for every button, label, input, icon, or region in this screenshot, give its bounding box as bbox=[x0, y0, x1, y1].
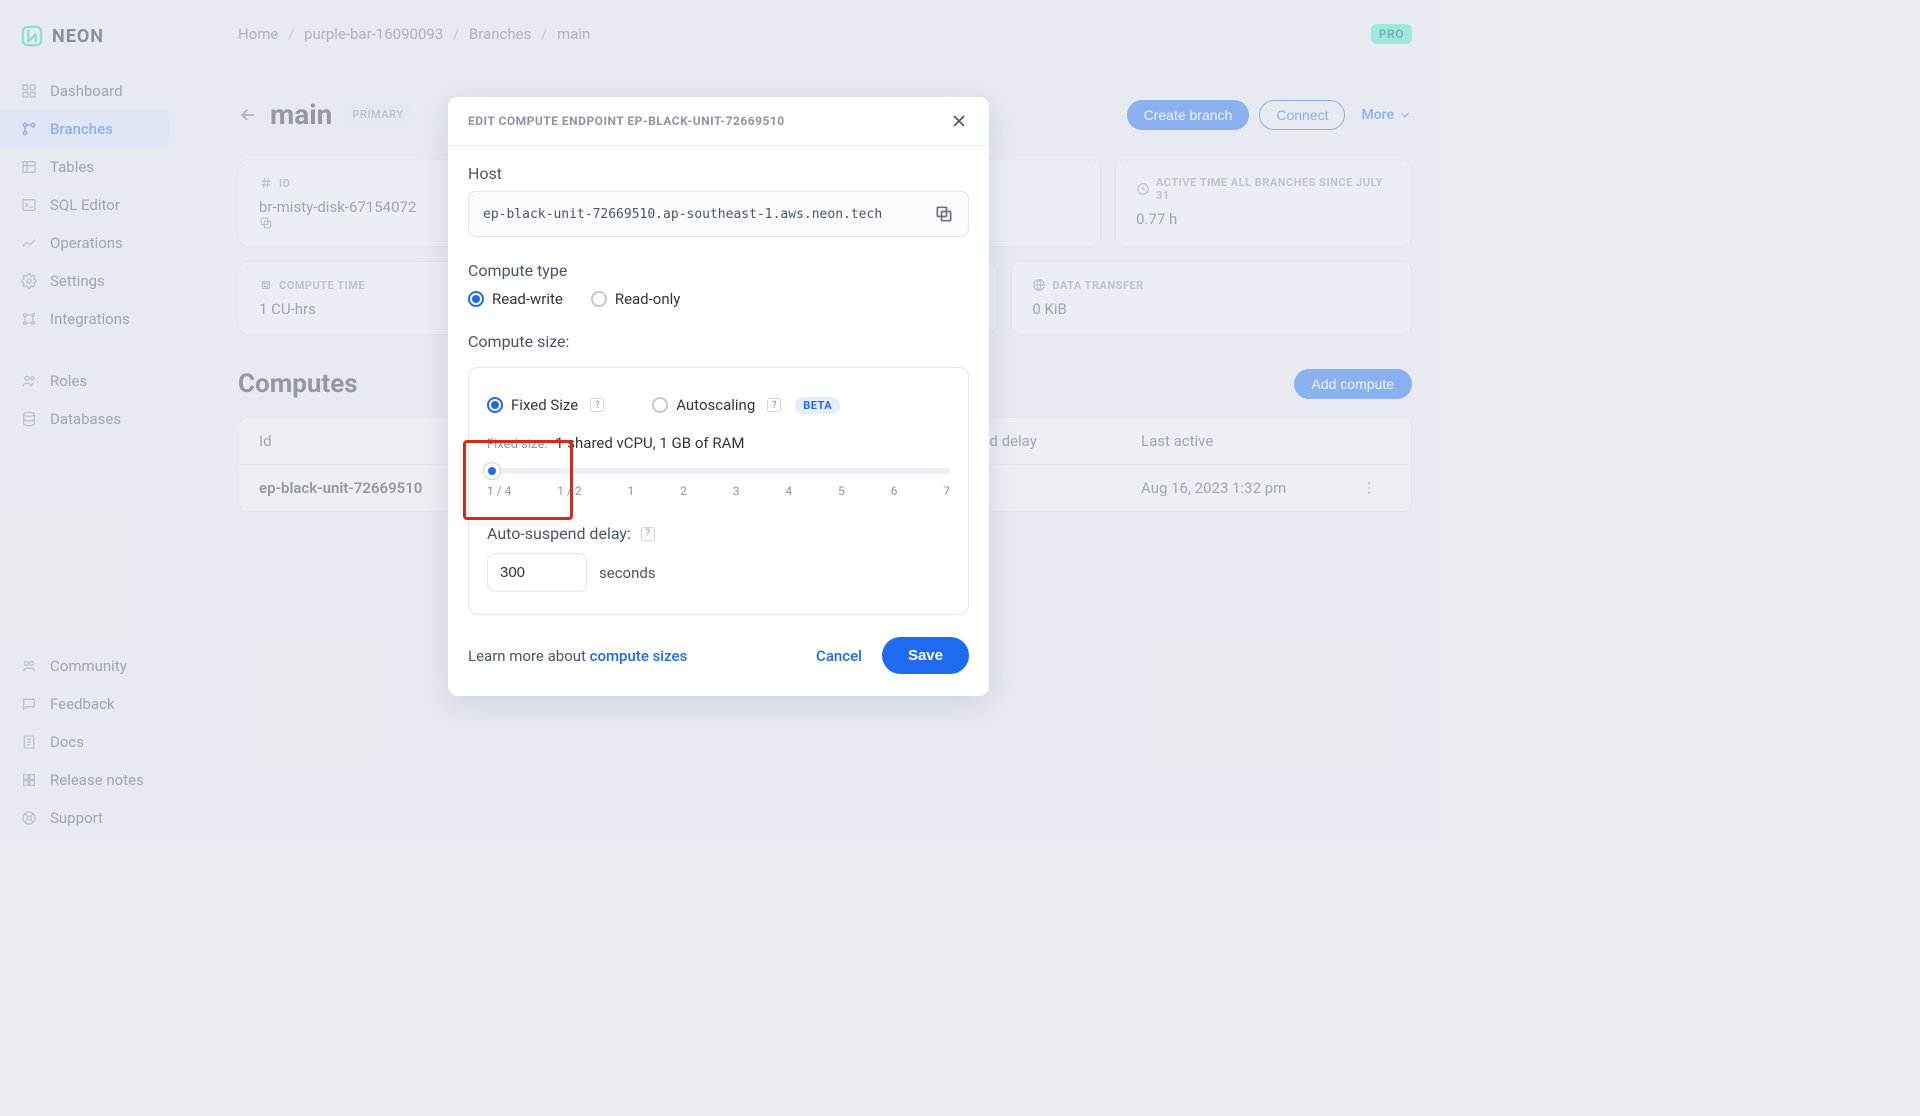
modal-header: EDIT COMPUTE ENDPOINT EP-BLACK-UNIT-7266… bbox=[448, 97, 989, 146]
radio-autoscaling[interactable]: Autoscaling ? BETA bbox=[652, 396, 840, 414]
compute-type-group: Read-write Read-only bbox=[468, 290, 969, 308]
auto-suspend-field: Auto-suspend delay: ? seconds bbox=[487, 524, 950, 592]
help-icon[interactable]: ? bbox=[641, 527, 655, 541]
tick-label: 1 bbox=[628, 484, 635, 498]
copy-icon[interactable] bbox=[934, 204, 954, 224]
tick-label: 6 bbox=[891, 484, 898, 498]
radio-icon bbox=[652, 397, 668, 413]
size-mode-group: Fixed Size ? Autoscaling ? BETA bbox=[487, 396, 950, 414]
cancel-button[interactable]: Cancel bbox=[816, 647, 862, 665]
radio-label: Read-only bbox=[615, 290, 681, 308]
tick-label: 3 bbox=[733, 484, 740, 498]
tick-label: 7 bbox=[943, 484, 950, 498]
help-icon[interactable]: ? bbox=[590, 398, 604, 412]
tick-label: 5 bbox=[838, 484, 845, 498]
modal-footer: Learn more about compute sizes Cancel Sa… bbox=[448, 615, 989, 674]
host-value: ep-black-unit-72669510.ap-southeast-1.aw… bbox=[483, 207, 882, 222]
suspend-unit: seconds bbox=[599, 564, 656, 582]
edit-compute-modal: EDIT COMPUTE ENDPOINT EP-BLACK-UNIT-7266… bbox=[448, 97, 989, 696]
radio-label: Autoscaling bbox=[676, 396, 755, 414]
tick-label: 1 / 4 bbox=[487, 484, 511, 498]
slider-track[interactable] bbox=[487, 468, 950, 474]
tick-label: 4 bbox=[785, 484, 792, 498]
size-slider[interactable]: 1 / 4 1 / 2 1 2 3 4 5 6 7 bbox=[487, 468, 950, 498]
modal-body: Host ep-black-unit-72669510.ap-southeast… bbox=[448, 146, 989, 615]
radio-icon bbox=[487, 397, 503, 413]
save-button[interactable]: Save bbox=[882, 637, 969, 674]
slider-ticks: 1 / 4 1 / 2 1 2 3 4 5 6 7 bbox=[487, 484, 950, 498]
slider-thumb[interactable] bbox=[483, 462, 501, 480]
learn-more-link[interactable]: compute sizes bbox=[590, 647, 688, 665]
compute-size-label: Compute size: bbox=[468, 332, 969, 351]
radio-read-write[interactable]: Read-write bbox=[468, 290, 563, 308]
help-icon[interactable]: ? bbox=[767, 398, 781, 412]
compute-type-label: Compute type bbox=[468, 261, 969, 280]
compute-size-panel: Fixed Size ? Autoscaling ? BETA Fixed si… bbox=[468, 367, 969, 615]
radio-icon bbox=[591, 291, 607, 307]
modal-title: EDIT COMPUTE ENDPOINT EP-BLACK-UNIT-7266… bbox=[468, 114, 785, 128]
tick-label: 1 / 2 bbox=[557, 484, 581, 498]
annotation-highlight bbox=[463, 440, 573, 520]
suspend-label: Auto-suspend delay: ? bbox=[487, 524, 950, 543]
learn-more: Learn more about compute sizes bbox=[468, 647, 687, 665]
tick-label: 2 bbox=[680, 484, 687, 498]
radio-label: Read-write bbox=[492, 290, 563, 308]
radio-label: Fixed Size bbox=[511, 396, 578, 414]
radio-icon bbox=[468, 291, 484, 307]
host-field: ep-black-unit-72669510.ap-southeast-1.aw… bbox=[468, 191, 969, 237]
close-icon[interactable] bbox=[949, 111, 969, 131]
beta-badge: BETA bbox=[795, 397, 840, 414]
fixed-size-description: Fixed size: 1 shared vCPU, 1 GB of RAM bbox=[487, 434, 950, 452]
radio-fixed-size[interactable]: Fixed Size ? bbox=[487, 396, 604, 414]
radio-read-only[interactable]: Read-only bbox=[591, 290, 681, 308]
host-label: Host bbox=[468, 164, 969, 183]
suspend-delay-input[interactable] bbox=[487, 553, 587, 592]
